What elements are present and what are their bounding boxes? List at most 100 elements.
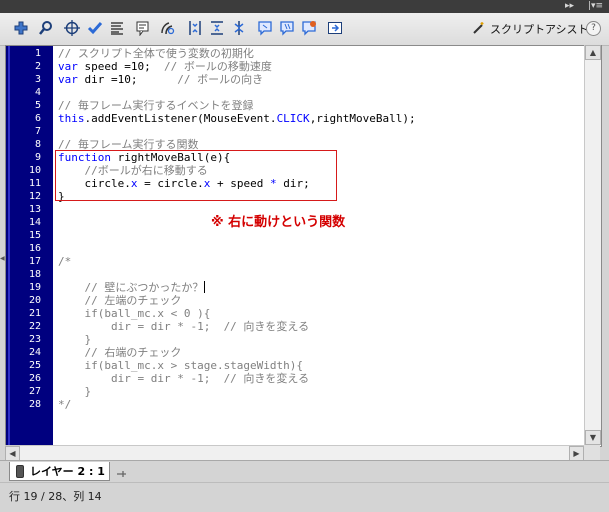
- code-line[interactable]: dir = dir * -1; // 向きを変える: [58, 372, 309, 385]
- code-token: dir = dir * -1; // 向きを変える: [58, 320, 310, 333]
- help-icon[interactable]: ?: [586, 21, 601, 36]
- code-token: */: [58, 398, 72, 411]
- line-number: 16: [28, 243, 41, 254]
- cursor-position: 行 19 / 28、列 14: [9, 490, 102, 503]
- remove-comment-icon[interactable]: [300, 19, 318, 37]
- code-line[interactable]: if(ball_mc.x > stage.stageWidth){: [58, 359, 303, 372]
- actions-toolbar: スクリプトアシスト ?: [0, 13, 609, 46]
- code-line[interactable]: // 左端のチェック: [58, 294, 181, 307]
- highlight-box: [55, 150, 337, 201]
- code-token: CLICK: [276, 112, 310, 125]
- code-token: // 左端のチェック: [58, 294, 182, 307]
- code-line[interactable]: // 壁にぶつかったか？: [58, 281, 203, 294]
- find-icon[interactable]: [37, 19, 55, 37]
- show-hide-toolbox-icon[interactable]: [326, 19, 344, 37]
- code-line[interactable]: // スクリプト全体で使う変数の初期化: [58, 47, 254, 60]
- text-caret: [204, 281, 205, 293]
- code-line[interactable]: // 右端のチェック: [58, 346, 181, 359]
- line-number: 25: [28, 360, 41, 371]
- line-number: 1: [34, 48, 41, 59]
- line-number: 3: [34, 74, 41, 85]
- panel-resize-handle[interactable]: ◀: [0, 255, 5, 265]
- expand-all-icon[interactable]: [230, 19, 248, 37]
- apply-block-comment-icon[interactable]: [256, 19, 274, 37]
- status-bar: 行 19 / 28、列 14: [0, 482, 609, 512]
- line-number: 8: [34, 139, 41, 150]
- line-number: 20: [28, 295, 41, 306]
- target-path-icon[interactable]: [63, 19, 81, 37]
- script-assist-button[interactable]: スクリプトアシスト: [472, 20, 589, 38]
- line-number: 21: [28, 308, 41, 319]
- code-token: this: [58, 112, 85, 125]
- line-number: 19: [28, 282, 41, 293]
- code-line[interactable]: }: [58, 333, 91, 346]
- code-token: dir =10;: [77, 73, 178, 86]
- line-number: 11: [28, 178, 41, 189]
- code-token: var: [58, 60, 78, 73]
- layer-icon: [16, 464, 24, 478]
- code-token: // 右端のチェック: [58, 346, 182, 359]
- line-number: 9: [34, 152, 41, 163]
- code-token: /*: [58, 255, 72, 268]
- code-line[interactable]: if(ball_mc.x < 0 ){: [58, 307, 210, 320]
- apply-line-comment-icon[interactable]: [278, 19, 296, 37]
- scroll-left-icon[interactable]: ◀: [5, 446, 20, 461]
- code-line[interactable]: this.addEventListener(MouseEvent.CLICK,r…: [58, 112, 416, 125]
- line-number: 12: [28, 191, 41, 202]
- collapse-selection-icon[interactable]: [208, 19, 226, 37]
- line-number: 14: [28, 217, 41, 228]
- scroll-right-icon[interactable]: ▶: [569, 446, 584, 461]
- code-token: }: [58, 385, 92, 398]
- code-token: // ボールの移動速度: [163, 60, 272, 73]
- line-number: 24: [28, 347, 41, 358]
- code-line[interactable]: */: [58, 398, 71, 411]
- code-line[interactable]: var speed =10; // ボールの移動速度: [58, 60, 272, 73]
- code-line[interactable]: /*: [58, 255, 71, 268]
- code-token: if(ball_mc.x < 0 ){: [58, 307, 211, 320]
- code-token: // 毎フレーム実行するイベントを登録: [58, 99, 254, 112]
- code-token: }: [58, 333, 92, 346]
- scroll-up-icon[interactable]: ▲: [585, 45, 601, 60]
- code-area[interactable]: // スクリプト全体で使う変数の初期化 var speed =10; // ボール…: [58, 46, 578, 446]
- line-number: 5: [34, 100, 41, 111]
- layer-tab-label: レイヤー 2 : 1: [30, 465, 105, 478]
- vertical-scrollbar[interactable]: ▲ ▼: [584, 45, 601, 445]
- code-token: dir = dir * -1; // 向きを変える: [58, 372, 310, 385]
- code-line[interactable]: // 毎フレーム実行するイベントを登録: [58, 99, 254, 112]
- code-line[interactable]: dir = dir * -1; // 向きを変える: [58, 320, 309, 333]
- line-number-gutter: 1 2 3 4 5 6 7 8 9 10 11 12 13 14 15 16 17 18 19 20 21 22 23 24 2…: [6, 46, 53, 446]
- check-syntax-icon[interactable]: [86, 19, 104, 37]
- code-token: var: [58, 73, 78, 86]
- code-token: ,rightMoveBall);: [309, 112, 416, 125]
- wand-icon: [472, 21, 486, 38]
- collapse-between-braces-icon[interactable]: [186, 19, 204, 37]
- line-number: 22: [28, 321, 41, 332]
- script-editor[interactable]: 1 2 3 4 5 6 7 8 9 10 11 12 13 14 15 16 17 18 19 20 21 22 23 24 2…: [5, 45, 602, 447]
- scroll-down-icon[interactable]: ▼: [585, 430, 601, 445]
- code-token: // 壁にぶつかったか？: [58, 281, 204, 294]
- code-hint-icon[interactable]: [134, 19, 152, 37]
- line-number: 26: [28, 373, 41, 384]
- layer-tab[interactable]: レイヤー 2 : 1: [9, 462, 110, 481]
- layer-tab-bar: レイヤー 2 : 1: [0, 460, 609, 483]
- code-token: .addEventListener(MouseEvent.: [84, 112, 277, 125]
- line-number: 17: [28, 256, 41, 267]
- line-number: 6: [34, 113, 41, 124]
- pin-script-icon[interactable]: [115, 465, 127, 477]
- code-token: if(ball_mc.x > stage.stageWidth){: [58, 359, 304, 372]
- horizontal-scrollbar[interactable]: ◀ ▶: [5, 445, 584, 461]
- add-statement-icon[interactable]: [12, 19, 30, 37]
- code-line[interactable]: var dir =10; // ボールの向き: [58, 73, 263, 86]
- code-token: speed =10;: [77, 60, 164, 73]
- line-number: 28: [28, 399, 41, 410]
- script-assist-label: スクリプトアシスト: [490, 23, 589, 36]
- code-token: // スクリプト全体で使う変数の初期化: [58, 47, 254, 60]
- code-line[interactable]: }: [58, 385, 91, 398]
- panel-collapse-icon[interactable]: ▸▸: [565, 0, 574, 13]
- line-number: 15: [28, 230, 41, 241]
- gutter-edge: [8, 46, 10, 446]
- auto-format-icon[interactable]: [108, 19, 126, 37]
- panel-menu-icon[interactable]: |▾≡: [588, 0, 603, 13]
- debug-options-icon[interactable]: [158, 19, 176, 37]
- code-token: // ボールの向き: [177, 73, 264, 86]
